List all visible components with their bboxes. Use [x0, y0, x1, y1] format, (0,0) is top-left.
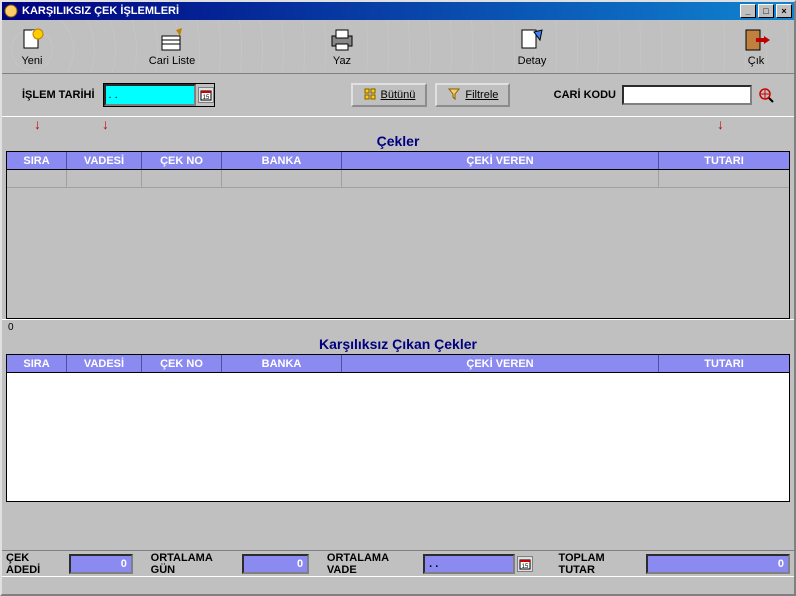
ortalama-gun-value: 0 [242, 554, 309, 574]
islem-tarihi-input[interactable]: . . [104, 84, 196, 106]
cekler-grid: SIRA VADESİ ÇEK NO BANKA ÇEKİ VEREN TUTA… [6, 151, 790, 319]
yeni-label: Yeni [21, 55, 42, 67]
sort-arrow-icon[interactable]: ↓ [717, 117, 724, 131]
search-icon[interactable] [758, 87, 774, 103]
col-cekno[interactable]: ÇEK NO [142, 152, 222, 169]
filtrele-label: Filtrele [465, 89, 498, 101]
date-picker-button[interactable]: 15 [517, 556, 533, 572]
cari-kodu-input[interactable] [622, 85, 752, 105]
cekler-title: Çekler [2, 131, 794, 151]
cik-button[interactable]: Çık [726, 22, 786, 72]
col-vadesi[interactable]: VADESİ [67, 152, 142, 169]
detay-label: Detay [518, 55, 547, 67]
col-vadesi[interactable]: VADESİ [67, 355, 142, 372]
table-row [7, 170, 789, 188]
exit-icon [742, 26, 770, 54]
ortalama-vade-label: ORTALAMA VADE [327, 552, 417, 576]
cari-liste-button[interactable]: Cari Liste [142, 22, 202, 72]
karsiliksiz-title: Karşılıksız Çıkan Çekler [2, 334, 794, 354]
cekler-grid-body[interactable] [7, 170, 789, 318]
status-bar [2, 576, 794, 594]
yaz-button[interactable]: Yaz [312, 22, 372, 72]
cik-label: Çık [748, 55, 765, 67]
col-cekno[interactable]: ÇEK NO [142, 355, 222, 372]
list-icon [158, 26, 186, 54]
butunu-button[interactable]: Bütünü [351, 83, 428, 107]
maximize-button[interactable]: □ [758, 4, 774, 18]
islem-tarihi-label: İŞLEM TARİHİ [22, 89, 95, 101]
cekler-section: ↓ ↓ ↓ Çekler SIRA VADESİ ÇEK NO BANKA ÇE… [2, 116, 794, 319]
cari-kodu-label: CARİ KODU [554, 89, 616, 101]
col-banka[interactable]: BANKA [222, 152, 342, 169]
col-tutari[interactable]: TUTARI [659, 152, 789, 169]
svg-text:15: 15 [202, 95, 209, 101]
butunu-label: Bütünü [381, 89, 416, 101]
date-picker-button[interactable]: 15 [198, 87, 214, 103]
count-label: 0 [2, 320, 794, 334]
minimize-button[interactable]: _ [740, 4, 756, 18]
svg-text:15: 15 [522, 564, 529, 570]
col-sira[interactable]: SIRA [7, 355, 67, 372]
ortalama-gun-label: ORTALAMA GÜN [151, 552, 236, 576]
col-tutari[interactable]: TUTARI [659, 355, 789, 372]
toplam-tutar-label: TOPLAM TUTAR [558, 552, 640, 576]
filter-icon [447, 87, 461, 104]
all-icon [363, 87, 377, 104]
cek-adedi-value: 0 [69, 554, 133, 574]
print-icon [328, 26, 356, 54]
cari-liste-label: Cari Liste [149, 55, 195, 67]
new-icon [18, 26, 46, 54]
toplam-tutar-value: 0 [646, 554, 790, 574]
karsiliksiz-grid-body[interactable] [7, 373, 789, 501]
app-icon [4, 4, 18, 18]
sort-arrow-icon[interactable]: ↓ [102, 117, 109, 131]
detay-button[interactable]: Detay [502, 22, 562, 72]
cek-adedi-label: ÇEK ADEDİ [6, 552, 63, 576]
yeni-button[interactable]: Yeni [2, 22, 62, 72]
col-sira[interactable]: SIRA [7, 152, 67, 169]
detail-icon [518, 26, 546, 54]
summary-footer: ÇEK ADEDİ 0 ORTALAMA GÜN 0 ORTALAMA VADE… [2, 550, 794, 576]
ortalama-vade-value: . . [423, 554, 515, 574]
main-toolbar: Yeni Cari Liste Yaz Detay Çık [2, 20, 794, 74]
filtrele-button[interactable]: Filtrele [435, 83, 510, 107]
titlebar: KARŞILIKSIZ ÇEK İŞLEMLERİ _ □ × [2, 2, 794, 20]
col-cekiveren[interactable]: ÇEKİ VEREN [342, 152, 659, 169]
window-title: KARŞILIKSIZ ÇEK İŞLEMLERİ [22, 5, 740, 17]
yaz-label: Yaz [333, 55, 351, 67]
filter-row: İŞLEM TARİHİ . . 15 Bütünü Filtrele CARİ… [2, 74, 794, 116]
close-button[interactable]: × [776, 4, 792, 18]
islem-tarihi-value: . . [109, 89, 118, 101]
karsiliksiz-grid: SIRA VADESİ ÇEK NO BANKA ÇEKİ VEREN TUTA… [6, 354, 790, 502]
col-cekiveren[interactable]: ÇEKİ VEREN [342, 355, 659, 372]
sort-arrow-icon[interactable]: ↓ [34, 117, 41, 131]
karsiliksiz-section: 0 Karşılıksız Çıkan Çekler SIRA VADESİ Ç… [2, 319, 794, 502]
col-banka[interactable]: BANKA [222, 355, 342, 372]
